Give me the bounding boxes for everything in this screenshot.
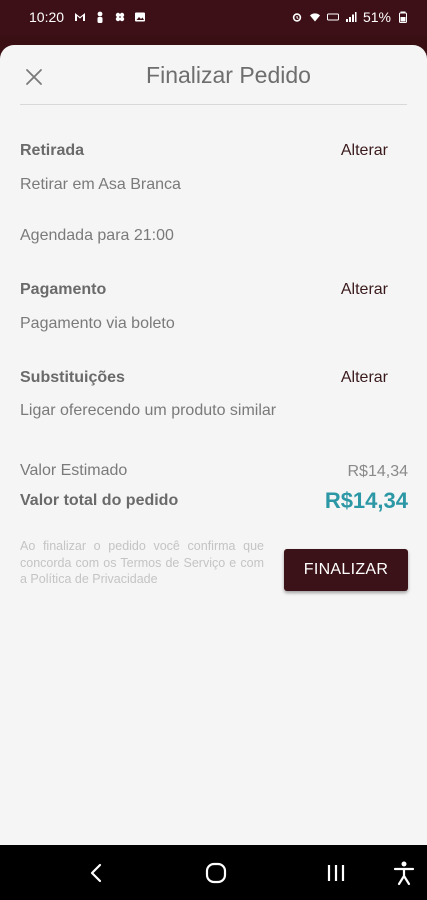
change-pickup-button[interactable]: Alterar (341, 142, 388, 160)
alarm-icon (292, 13, 302, 22)
home-icon[interactable] (202, 859, 230, 887)
image-icon (135, 12, 145, 22)
estimated-value-label: Valor Estimado (20, 462, 128, 479)
gmail-icon (75, 13, 85, 21)
status-bar: 10:20 51% (0, 0, 427, 36)
notification-person-icon (97, 11, 103, 23)
change-payment-button[interactable]: Alterar (341, 281, 388, 299)
signal-icon (345, 12, 357, 22)
order-total-label: Valor total do pedido (20, 492, 179, 509)
substitutions-label: Substituições (20, 369, 125, 386)
battery-icon (399, 11, 407, 23)
page-title: Finalizar Pedido (146, 62, 311, 88)
substitutions-option: Ligar oferecendo um produto similar (20, 402, 277, 419)
order-total-value: R$14,34 (324, 488, 408, 513)
system-status-icons: 51% (291, 9, 409, 25)
change-substitutions-button[interactable]: Alterar (341, 369, 388, 387)
finalize-button[interactable]: FINALIZAR (284, 549, 408, 591)
payment-method: Pagamento via boleto (20, 315, 175, 332)
accessibility-icon[interactable] (390, 859, 418, 887)
sheet-header: Finalizar Pedido (0, 45, 427, 107)
wifi-icon (309, 13, 320, 22)
screen: 10:20 51% Finalizar Pedido Retirada Alte… (0, 0, 427, 900)
header-divider (20, 104, 407, 105)
terms-notice: Ao finalizar o pedido você confirma que … (20, 539, 264, 586)
back-icon[interactable] (83, 859, 111, 887)
payment-label: Pagamento (20, 281, 107, 298)
battery-percent: 51% (362, 9, 391, 25)
pickup-schedule: Agendada para 21:00 (20, 227, 174, 244)
status-time: 10:20 (29, 9, 65, 25)
pickup-location: Retirar em Asa Branca (20, 176, 181, 193)
app-notification-icon (115, 12, 125, 22)
notification-icons (74, 11, 146, 23)
volte-icon (326, 13, 339, 21)
checkout-sheet: Finalizar Pedido Retirada Alterar Retira… (0, 45, 427, 845)
system-nav-bar (0, 845, 427, 900)
recent-apps-icon[interactable] (322, 859, 350, 887)
estimated-value: R$14,34 (347, 463, 409, 480)
pickup-label: Retirada (20, 142, 85, 159)
